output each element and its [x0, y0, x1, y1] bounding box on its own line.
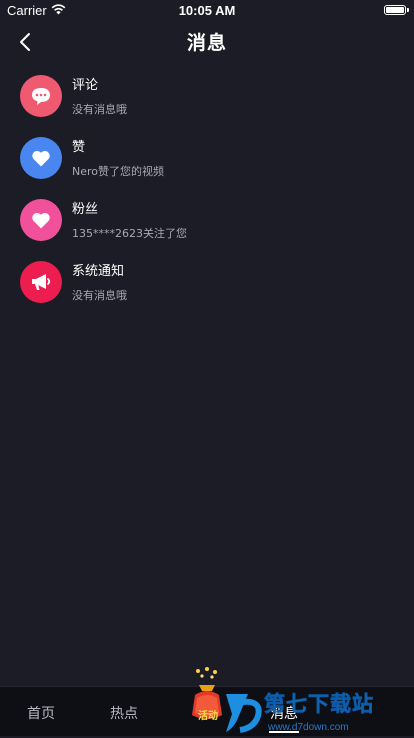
item-subtitle: Nero赞了您的视频	[72, 165, 165, 178]
heart-icon	[20, 199, 62, 241]
item-subtitle: 135****2623关注了您	[72, 227, 187, 240]
watermark-logo-icon	[226, 694, 262, 733]
activity-promo-button[interactable]: 活动	[188, 667, 226, 725]
heart-icon	[20, 137, 62, 179]
nav-bar: 消息	[0, 22, 414, 62]
list-item-likes[interactable]: 赞 Nero赞了您的视频	[0, 132, 414, 194]
megaphone-icon	[20, 261, 62, 303]
promo-label: 活动	[198, 711, 218, 722]
comment-icon	[20, 75, 62, 117]
tab-home[interactable]: 首页	[27, 703, 55, 723]
item-title: 粉丝	[72, 202, 99, 217]
watermark: 第七下载站 www.d7down.com	[224, 688, 414, 736]
item-title: 评论	[72, 78, 99, 93]
message-list: 评论 没有消息哦 赞 Nero赞了您的视频 粉丝 135****2623关注了您	[0, 70, 414, 318]
watermark-url: www.d7down.com	[268, 722, 349, 733]
item-subtitle: 没有消息哦	[72, 289, 127, 302]
item-subtitle: 没有消息哦	[72, 103, 127, 116]
watermark-brand: 第七下载站	[264, 692, 374, 717]
list-item-system-notice[interactable]: 系统通知 没有消息哦	[0, 256, 414, 318]
status-bar: Carrier 10:05 AM	[0, 0, 414, 22]
battery-icon	[384, 5, 409, 15]
list-item-fans[interactable]: 粉丝 135****2623关注了您	[0, 194, 414, 256]
list-item-comments[interactable]: 评论 没有消息哦	[0, 70, 414, 132]
tab-hot[interactable]: 热点	[110, 703, 138, 723]
item-title: 系统通知	[72, 264, 125, 279]
page-title: 消息	[186, 32, 227, 54]
clock: 10:05 AM	[178, 3, 236, 18]
item-title: 赞	[72, 140, 86, 155]
